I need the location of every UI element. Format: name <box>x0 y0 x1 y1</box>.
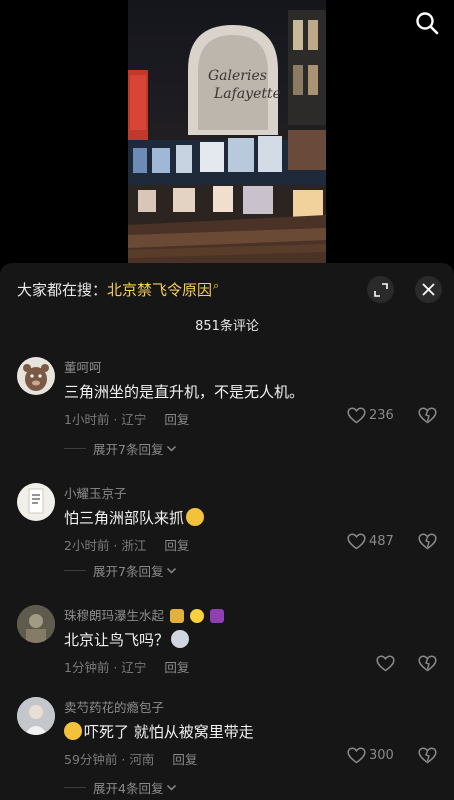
close-icon <box>422 283 435 296</box>
search-icon <box>416 12 439 35</box>
comment-time-location: 59分钟前 · 河南 <box>64 752 155 767</box>
profile-image-icon <box>17 697 55 735</box>
divider-line <box>64 448 86 449</box>
heart-icon <box>347 533 366 550</box>
avatar[interactable] <box>17 605 55 643</box>
like-button[interactable]: 300 <box>347 747 394 764</box>
money-bag-icon <box>170 609 184 623</box>
heart-icon <box>347 747 366 764</box>
comment-text-row: 怕三角洲部队来抓 <box>64 507 205 528</box>
profile-image-icon <box>17 605 55 643</box>
svg-text:Galeries: Galeries <box>208 68 267 84</box>
broken-heart-icon <box>418 533 437 550</box>
heart-icon <box>376 655 395 672</box>
dislike-button[interactable] <box>418 407 437 428</box>
like-count: 236 <box>369 408 394 423</box>
expand-replies-button[interactable]: 展开4条回复 <box>64 778 177 797</box>
comment-meta: 1小时前 · 辽宁 回复 <box>64 409 189 428</box>
comment-text: 怕三角洲部队来抓 <box>64 509 185 527</box>
comment-meta: 2小时前 · 浙江 回复 <box>64 535 189 554</box>
like-count: 487 <box>369 534 394 549</box>
expand-replies-label: 展开7条回复 <box>93 564 164 579</box>
trending-search-keyword[interactable]: 北京禁飞令原因 <box>107 281 212 299</box>
broken-heart-icon <box>418 407 437 424</box>
search-button[interactable] <box>414 10 440 36</box>
video-frame: Galeries Lafayette <box>128 0 326 265</box>
expand-replies-button[interactable]: 展开7条回复 <box>64 561 177 580</box>
broken-heart-icon <box>418 655 437 672</box>
reply-button[interactable]: 回复 <box>172 752 197 767</box>
trending-search-prefix: 大家都在搜： <box>17 281 108 299</box>
expand-icon <box>373 282 388 297</box>
magnifier-icon: ⌕ <box>213 279 220 292</box>
avatar[interactable] <box>17 697 55 735</box>
chick-icon <box>189 609 204 623</box>
comment-username[interactable]: 董呵呵 <box>64 357 102 376</box>
comment-item: 珠穆朗玛瀑生水起 北京让鸟飞吗？ 1分钟前 · 辽宁 回复 <box>0 603 454 683</box>
comment-text-row: 北京让鸟飞吗？ <box>64 629 190 650</box>
expand-replies-button[interactable]: 展开7条回复 <box>64 439 177 458</box>
avatar[interactable] <box>17 357 55 395</box>
chevron-down-icon <box>167 784 177 791</box>
comment-text-row: 吓死了 就怕从被窝里带走 <box>64 721 254 742</box>
like-count: 300 <box>369 748 394 763</box>
dislike-button[interactable] <box>418 533 437 554</box>
comment-text: 吓死了 就怕从被窝里带走 <box>84 723 254 741</box>
comment-username[interactable]: 卖芍药花的瘾包子 <box>64 697 164 716</box>
close-button[interactable] <box>415 276 442 303</box>
heart-icon <box>347 407 366 424</box>
comment-meta: 59分钟前 · 河南 回复 <box>64 749 197 768</box>
comments-sheet: 大家都在搜：北京禁飞令原因⌕ 851条评论 董呵呵 三角洲坐的是直升机，不是无人 <box>0 263 454 800</box>
video-player[interactable]: Galeries Lafayette <box>0 0 454 265</box>
comment-time-location: 1分钟前 · 辽宁 <box>64 660 147 675</box>
expand-button[interactable] <box>367 276 394 303</box>
divider-line <box>64 570 86 571</box>
comment-item: 小耀玉京子 怕三角洲部队来抓 2小时前 · 浙江 回复 487 展开7条回复 <box>0 481 454 586</box>
comment-username[interactable]: 珠穆朗玛瀑生水起 <box>64 608 164 623</box>
cat-emoji-icon <box>171 630 190 648</box>
svg-text:Lafayette: Lafayette <box>213 86 281 102</box>
reply-button[interactable]: 回复 <box>164 538 189 553</box>
like-button[interactable]: 487 <box>347 533 394 550</box>
expand-replies-label: 展开4条回复 <box>93 781 164 796</box>
dislike-button[interactable] <box>418 747 437 768</box>
like-button[interactable]: 236 <box>347 407 394 424</box>
bear-avatar-icon <box>23 364 49 391</box>
avatar[interactable] <box>17 483 55 521</box>
broken-heart-icon <box>418 747 437 764</box>
trending-search-link[interactable]: 大家都在搜：北京禁飞令原因⌕ <box>17 279 219 300</box>
comment-text: 北京让鸟飞吗？ <box>64 631 170 649</box>
comment-username-row: 珠穆朗玛瀑生水起 <box>64 605 224 624</box>
comment-item: 董呵呵 三角洲坐的是直升机，不是无人机。 1小时前 · 辽宁 回复 236 展开7… <box>0 355 454 460</box>
reply-button[interactable]: 回复 <box>164 660 189 675</box>
divider-line <box>64 787 86 788</box>
expand-replies-label: 展开7条回复 <box>93 442 164 457</box>
chevron-down-icon <box>167 445 177 452</box>
crying-laughing-emoji-icon <box>186 508 205 526</box>
comment-item: 卖芍药花的瘾包子 吓死了 就怕从被窝里带走 59分钟前 · 河南 回复 300 展… <box>0 695 454 800</box>
profile-image-icon <box>28 488 44 514</box>
comment-text: 三角洲坐的是直升机，不是无人机。 <box>64 383 305 401</box>
reply-button[interactable]: 回复 <box>164 412 189 427</box>
dislike-button[interactable] <box>418 655 437 676</box>
comment-time-location: 2小时前 · 浙江 <box>64 538 147 553</box>
like-button[interactable] <box>376 655 398 672</box>
chevron-down-icon <box>167 567 177 574</box>
comment-username[interactable]: 小耀玉京子 <box>64 483 127 502</box>
scorpio-icon <box>209 609 224 623</box>
comment-meta: 1分钟前 · 辽宁 回复 <box>64 657 189 676</box>
crying-laughing-emoji-icon <box>64 722 82 740</box>
comment-count: 851条评论 <box>195 319 259 334</box>
video-still-image: Galeries Lafayette <box>128 10 326 265</box>
comment-time-location: 1小时前 · 辽宁 <box>64 412 147 427</box>
